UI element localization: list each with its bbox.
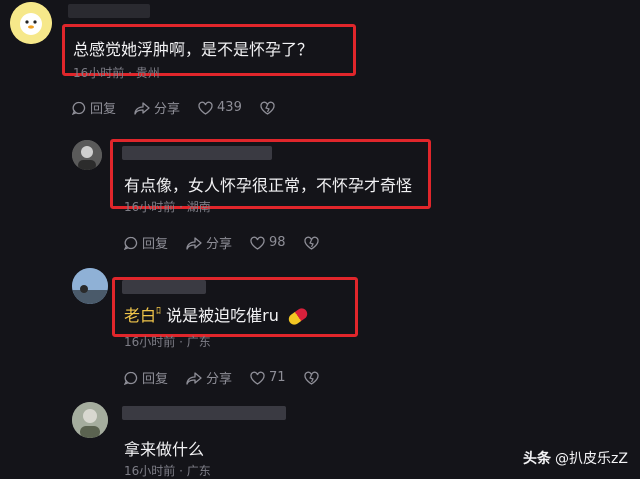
share-label: 分享 (206, 237, 233, 252)
nickname[interactable]: 老白 (124, 306, 156, 325)
like-count: 439 (217, 100, 242, 115)
heart-icon (250, 236, 265, 250)
reply-label: 回复 (90, 102, 117, 117)
comment-text: 有点像，女人怀孕很正常，不怀孕才奇怪 (124, 176, 413, 195)
share-icon (134, 101, 150, 115)
share-label: 分享 (206, 372, 233, 387)
reply-icon (124, 371, 138, 385)
search-icon: ﾛ (156, 306, 162, 317)
comment-meta: 16小时前 · 贵州 (73, 66, 160, 80)
avatar[interactable] (72, 140, 102, 170)
share-button[interactable]: 分享 (134, 98, 180, 117)
like-button[interactable]: 71 (250, 370, 286, 385)
share-icon (186, 236, 202, 250)
dislike-button[interactable] (303, 371, 323, 385)
landscape-avatar-icon (72, 268, 108, 304)
broken-heart-icon (303, 236, 319, 250)
heart-icon (198, 101, 213, 115)
share-button[interactable]: 分享 (186, 368, 232, 387)
broken-heart-icon (303, 371, 319, 385)
comment-meta: 16小时前 · 广东 (124, 335, 211, 349)
username-redacted (122, 406, 286, 420)
broken-heart-icon (260, 101, 275, 115)
reply-icon (124, 236, 138, 250)
reply-label: 回复 (142, 372, 169, 387)
watermark-brand: 头条 (523, 451, 552, 467)
reply-button[interactable]: 回复 (124, 368, 168, 387)
watermark: 头条 @扒皮乐zZ (523, 448, 628, 468)
comment-actions: 回复 分享 439 (72, 98, 297, 117)
portrait-avatar-icon (72, 140, 102, 170)
comment-text: 老白ﾛ 说是被迫吃催ru (124, 302, 310, 327)
share-label: 分享 (154, 102, 181, 117)
like-count: 71 (269, 370, 286, 385)
watermark-handle: @扒皮乐zZ (555, 451, 628, 467)
comment-actions: 回复 分享 98 (124, 233, 341, 252)
reply-button[interactable]: 回复 (124, 233, 168, 252)
reply-icon (72, 101, 86, 115)
comment-body: 说是被迫吃催ru (166, 306, 279, 325)
avatar[interactable] (10, 2, 52, 44)
comment-meta: 16小时前 · 广东 (124, 464, 211, 478)
dislike-button[interactable] (260, 101, 279, 115)
comment-meta: 16小时前 · 湖南 (124, 200, 211, 214)
username-redacted (68, 4, 150, 18)
like-count: 98 (269, 235, 286, 250)
reply-label: 回复 (142, 237, 169, 252)
photo-avatar-icon (72, 402, 108, 438)
like-button[interactable]: 98 (250, 235, 286, 250)
duck-avatar-icon (10, 2, 52, 44)
comment-text: 总感觉她浮肿啊，是不是怀孕了？ (73, 40, 314, 59)
reply-button[interactable]: 回复 (72, 98, 116, 117)
heart-icon (250, 371, 265, 385)
comment-actions: 回复 分享 71 (124, 368, 341, 387)
pill-icon (286, 306, 310, 327)
dislike-button[interactable] (303, 236, 323, 250)
avatar[interactable] (72, 268, 108, 304)
share-icon (186, 371, 202, 385)
avatar[interactable] (72, 402, 108, 438)
share-button[interactable]: 分享 (186, 233, 232, 252)
comment-text: 拿来做什么 (124, 440, 205, 459)
like-button[interactable]: 439 (198, 100, 242, 115)
